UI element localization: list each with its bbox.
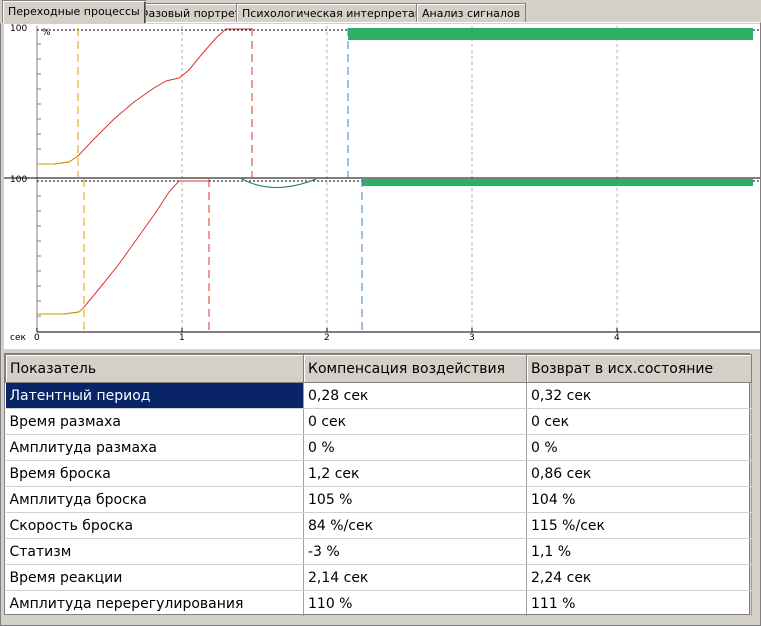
- cell-return[interactable]: 104 %: [526, 486, 752, 513]
- cell-compensation[interactable]: 84 %/сек: [303, 512, 527, 539]
- tab-transient-processes[interactable]: Переходные процессы: [2, 0, 146, 23]
- cell-indicator[interactable]: Амплитуда размаха: [5, 434, 304, 461]
- tab-label: Анализ сигналов: [422, 7, 521, 20]
- cell-indicator[interactable]: Амплитуда перерегулирования: [5, 590, 304, 617]
- table-row[interactable]: Амплитуда размаха 0 % 0 %: [5, 434, 752, 461]
- cell-return[interactable]: 115 %/сек: [526, 512, 752, 539]
- top-settled-band: [348, 28, 753, 40]
- cell-compensation[interactable]: 2,14 сек: [303, 564, 527, 591]
- cell-compensation[interactable]: 110 %: [303, 590, 527, 617]
- bottom-y-label: 100: [10, 175, 28, 185]
- bottom-latent-segment: [37, 306, 85, 315]
- cell-indicator[interactable]: Статизм: [5, 538, 304, 565]
- cell-compensation[interactable]: 105 %: [303, 486, 527, 513]
- top-y-label: 100: [10, 24, 28, 34]
- tab-label: Переходные процессы: [8, 5, 140, 18]
- column-header-return[interactable]: Возврат в исх.состояние: [526, 354, 752, 383]
- cell-compensation[interactable]: 1,2 сек: [303, 460, 527, 487]
- cell-indicator[interactable]: Латентный период: [5, 382, 304, 409]
- table-row[interactable]: Статизм -3 % 1,1 %: [5, 538, 752, 565]
- transient-plot-canvas: [4, 26, 760, 333]
- bottom-settled-band: [362, 179, 753, 186]
- cell-return[interactable]: 0,32 сек: [526, 382, 752, 409]
- top-unit-label: %: [42, 28, 51, 38]
- column-header-compensation[interactable]: Компенсация воздействия: [303, 354, 527, 383]
- indicators-grid[interactable]: Показатель Компенсация воздействия Возвр…: [4, 353, 752, 617]
- tab-phase-portrait[interactable]: Фазовый портрет: [133, 3, 248, 22]
- cell-compensation[interactable]: 0,28 сек: [303, 382, 527, 409]
- table-row[interactable]: Время реакции 2,14 сек 2,24 сек: [5, 564, 752, 591]
- transient-plot: 100 % 100 сек 0 1 2 3 4: [4, 24, 760, 349]
- cell-indicator[interactable]: Время реакции: [5, 564, 304, 591]
- table-row[interactable]: Амплитуда броска 105 % 104 %: [5, 486, 752, 513]
- cell-compensation[interactable]: 0 %: [303, 434, 527, 461]
- table-row[interactable]: Латентный период 0,28 сек 0,32 сек: [5, 382, 752, 409]
- x-tick-label: 0: [34, 333, 40, 343]
- cell-indicator[interactable]: Скорость броска: [5, 512, 304, 539]
- tab-signal-analysis[interactable]: Анализ сигналов: [416, 3, 527, 22]
- table-header-row: Показатель Компенсация воздействия Возвр…: [5, 354, 752, 383]
- x-unit-label: сек: [10, 333, 26, 343]
- cell-indicator[interactable]: Время броска: [5, 460, 304, 487]
- cell-compensation[interactable]: 0 сек: [303, 408, 527, 435]
- table-row[interactable]: Время броска 1,2 сек 0,86 сек: [5, 460, 752, 487]
- bottom-transient-curve: [37, 180, 209, 315]
- x-tick-label: 2: [324, 333, 330, 343]
- x-tick-label: 3: [469, 333, 475, 343]
- cell-compensation[interactable]: -3 %: [303, 538, 527, 565]
- column-header-indicator[interactable]: Показатель: [5, 354, 304, 383]
- table-row[interactable]: Скорость броска 84 %/сек 115 %/сек: [5, 512, 752, 539]
- cell-indicator[interactable]: Время размаха: [5, 408, 304, 435]
- tab-label: Фазовый портрет: [139, 7, 242, 20]
- table-row[interactable]: Амплитуда перерегулирования 110 % 111 %: [5, 590, 752, 617]
- top-transient-curve: [37, 28, 252, 165]
- cell-return[interactable]: 0,86 сек: [526, 460, 752, 487]
- cell-return[interactable]: 111 %: [526, 590, 752, 617]
- cell-indicator[interactable]: Амплитуда броска: [5, 486, 304, 513]
- overshoot-curve: [241, 178, 317, 188]
- cell-return[interactable]: 2,24 сек: [526, 564, 752, 591]
- top-latent-segment: [37, 155, 79, 165]
- cell-return[interactable]: 0 %: [526, 434, 752, 461]
- cell-return[interactable]: 0 сек: [526, 408, 752, 435]
- x-tick-label: 4: [614, 333, 620, 343]
- x-tick-label: 1: [179, 333, 185, 343]
- tab-strip: Переходные процессы Фазовый портрет Псих…: [0, 0, 761, 23]
- indicators-table: Показатель Компенсация воздействия Возвр…: [5, 354, 752, 617]
- tab-psych-interpretation[interactable]: Психологическая интерпретация: [236, 3, 443, 22]
- table-row[interactable]: Время размаха 0 сек 0 сек: [5, 408, 752, 435]
- cell-return[interactable]: 1,1 %: [526, 538, 752, 565]
- tab-label: Психологическая интерпретация: [242, 7, 437, 20]
